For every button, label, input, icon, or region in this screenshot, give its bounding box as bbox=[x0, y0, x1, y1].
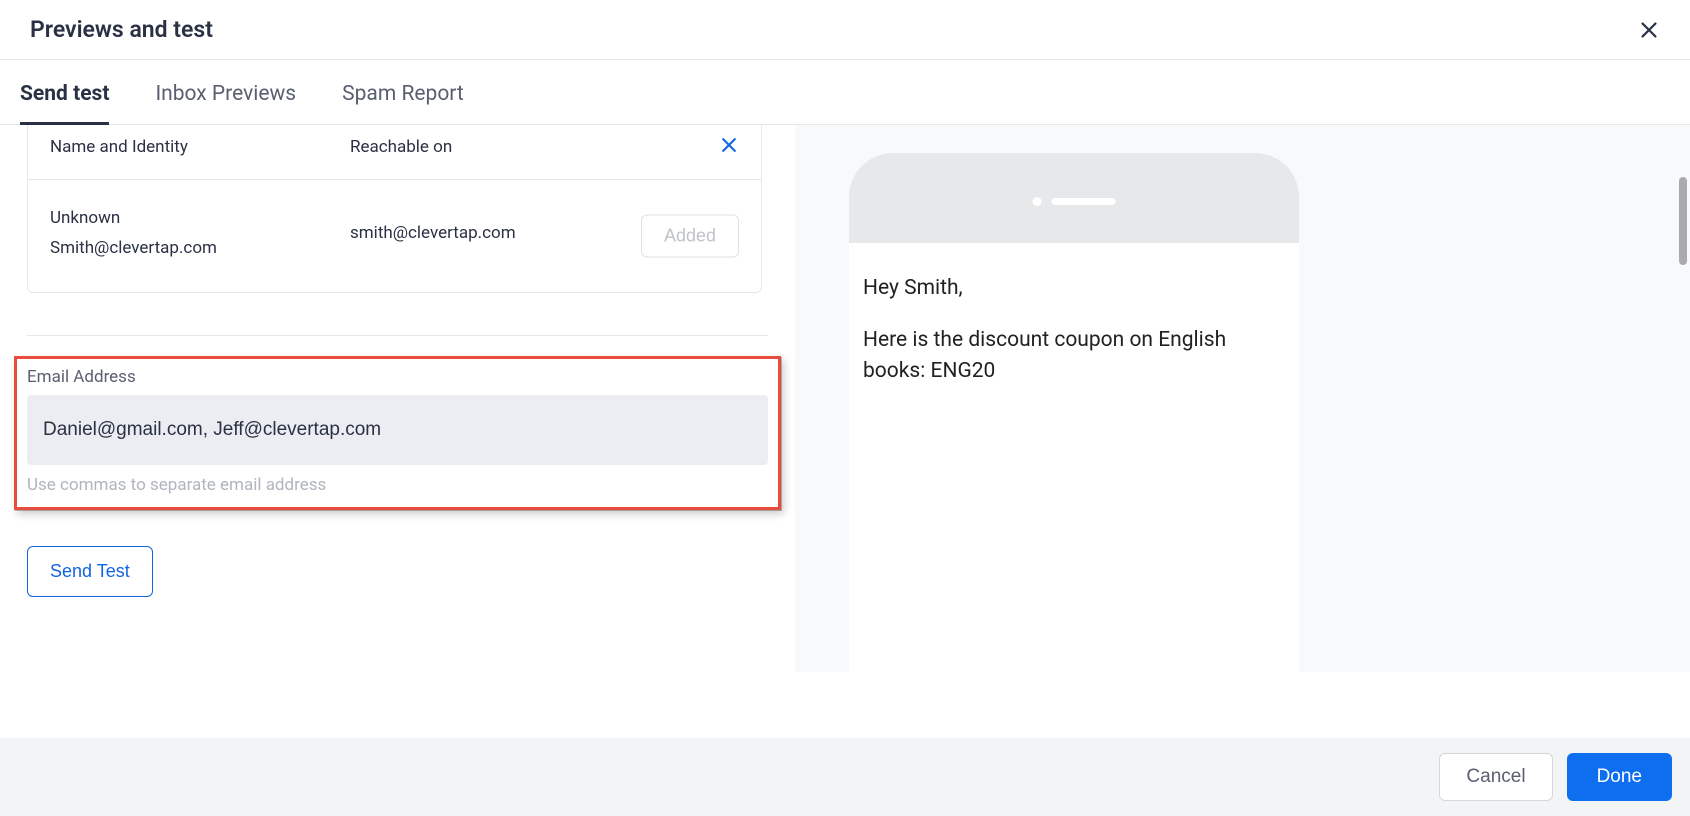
email-address-hint: Use commas to separate email address bbox=[27, 475, 768, 495]
added-button: Added bbox=[641, 215, 739, 258]
phone-speaker-icon bbox=[1052, 198, 1116, 205]
identity-email: Smith@clevertap.com bbox=[50, 238, 350, 258]
preview-pane: Hey Smith, Here is the discount coupon o… bbox=[795, 125, 1690, 672]
section-divider bbox=[27, 335, 768, 336]
tab-spam-report[interactable]: Spam Report bbox=[342, 60, 464, 124]
tabs: Send test Inbox Previews Spam Report bbox=[0, 60, 1690, 125]
email-address-section: Email Address Use commas to separate ema… bbox=[14, 356, 781, 510]
preview-message: Hey Smith, Here is the discount coupon o… bbox=[849, 243, 1299, 386]
preview-body: Here is the discount coupon on English b… bbox=[863, 325, 1285, 386]
identity-name-cell: Unknown Smith@clevertap.com bbox=[50, 208, 350, 258]
done-button[interactable]: Done bbox=[1567, 753, 1672, 801]
identity-name: Unknown bbox=[50, 208, 350, 228]
phone-notch bbox=[1033, 197, 1116, 206]
preview-greeting: Hey Smith, bbox=[863, 273, 1285, 303]
email-address-input[interactable] bbox=[27, 395, 768, 465]
modal-footer: Cancel Done bbox=[0, 738, 1690, 816]
phone-camera-icon bbox=[1033, 197, 1042, 206]
tab-inbox-previews[interactable]: Inbox Previews bbox=[155, 60, 296, 124]
page-title: Previews and test bbox=[30, 16, 213, 43]
modal-header: Previews and test bbox=[0, 0, 1690, 60]
phone-screen: Hey Smith, Here is the discount coupon o… bbox=[849, 243, 1299, 673]
remove-row-icon[interactable] bbox=[719, 135, 739, 159]
phone-mockup: Hey Smith, Here is the discount coupon o… bbox=[849, 153, 1299, 673]
tab-send-test[interactable]: Send test bbox=[20, 60, 109, 124]
email-address-label: Email Address bbox=[27, 367, 768, 387]
cancel-button[interactable]: Cancel bbox=[1439, 753, 1552, 801]
send-test-button[interactable]: Send Test bbox=[27, 546, 153, 597]
column-header-name: Name and Identity bbox=[50, 137, 350, 157]
column-header-reachable: Reachable on bbox=[350, 137, 452, 157]
identity-table: Name and Identity Reachable on Unknown S… bbox=[27, 125, 762, 293]
close-icon[interactable] bbox=[1638, 19, 1660, 41]
identity-header: Name and Identity Reachable on bbox=[28, 125, 761, 179]
right-scrollbar[interactable] bbox=[1679, 177, 1687, 265]
identity-row: Unknown Smith@clevertap.com smith@clever… bbox=[28, 179, 761, 292]
main-content: Name and Identity Reachable on Unknown S… bbox=[0, 125, 1690, 672]
identity-reachable-cell: smith@clevertap.com bbox=[350, 223, 516, 243]
left-pane: Name and Identity Reachable on Unknown S… bbox=[0, 125, 795, 672]
